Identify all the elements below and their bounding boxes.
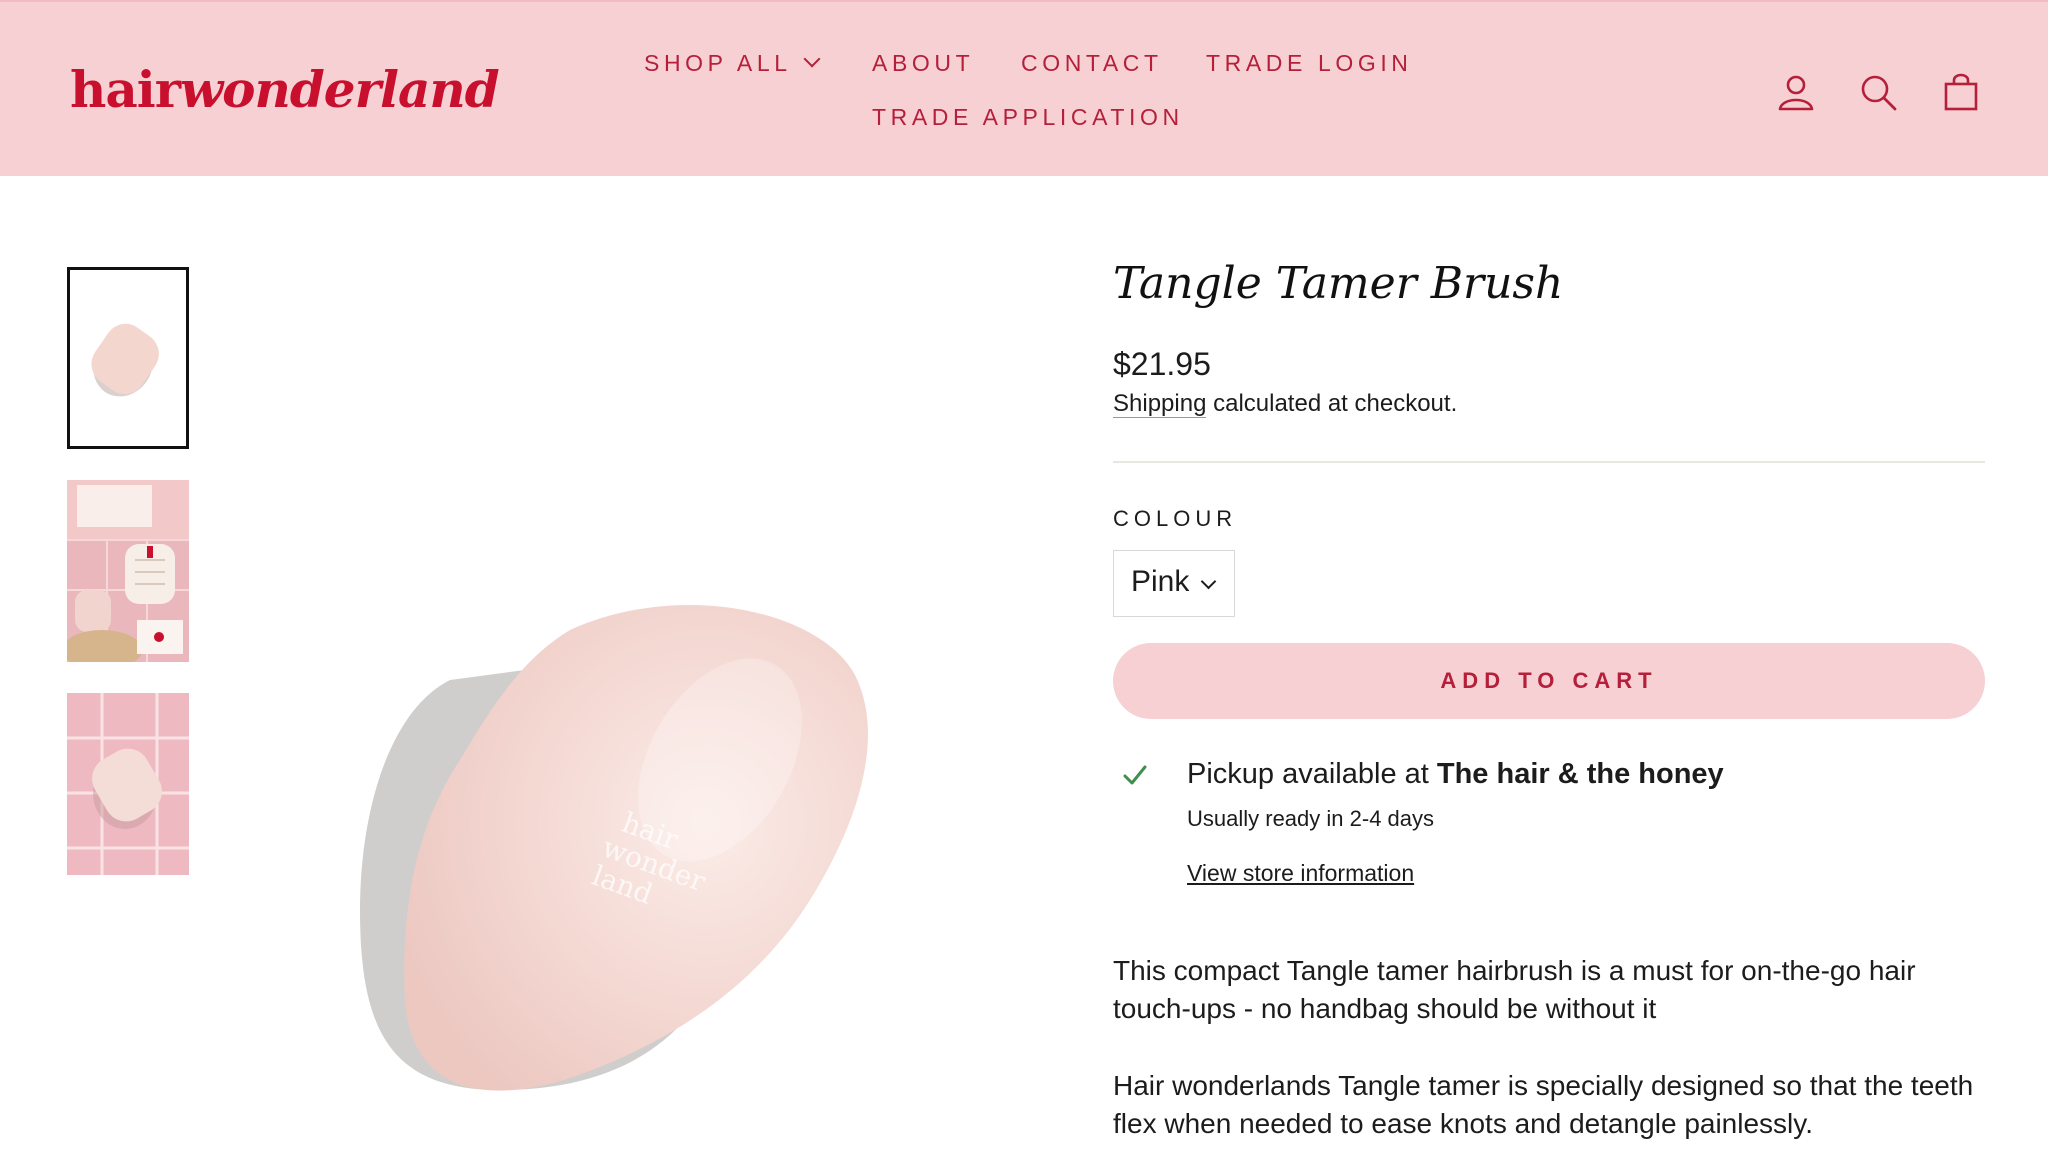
chevron-down-icon [1200,573,1217,590]
search-icon[interactable] [1858,72,1898,112]
colour-select[interactable]: Pink [1113,550,1235,617]
product-description-1: This compact Tangle tamer hairbrush is a… [1113,955,1916,1024]
logo-part-wonderland: wonderland [180,60,500,119]
product-title: Tangle Tamer Brush [1113,258,1564,309]
site-logo[interactable]: hairwonderland [70,60,500,119]
bag-icon[interactable] [1941,72,1981,112]
pickup-availability: Pickup available at The hair & the honey [1187,758,1724,791]
thumbnail-2[interactable] [67,480,189,662]
pickup-prefix: Pickup available at [1187,758,1437,790]
checkmark-icon [1123,765,1147,785]
account-icon[interactable] [1776,72,1816,112]
product-description-2: Hair wonderlands Tangle tamer is special… [1113,1070,1974,1139]
pickup-ready-time: Usually ready in 2-4 days [1187,806,1435,831]
product-main-image: hair wonder land [300,560,920,1120]
view-store-info-link[interactable]: View store information [1187,860,1414,887]
colour-label: COLOUR [1113,506,1238,531]
pickup-store-name: The hair & the honey [1436,758,1724,790]
divider [1113,461,1985,463]
nav-trade-application[interactable]: TRADE APPLICATION [872,104,1184,131]
shipping-note: Shipping calculated at checkout. [1113,390,1457,418]
colour-select-value: Pink [1131,565,1190,598]
nav-shop-all[interactable]: SHOP ALL [644,50,821,77]
shipping-link[interactable]: Shipping [1113,390,1207,418]
nav-shop-all-label: SHOP ALL [644,50,792,76]
nav-about[interactable]: ABOUT [872,50,974,77]
thumbnail-3[interactable] [67,693,189,875]
site-header: hairwonderland SHOP ALL ABOUT CONTACT TR… [0,0,2048,176]
logo-part-hair: hair [70,60,181,119]
product-price: $21.95 [1113,346,1211,382]
chevron-down-icon [803,50,821,68]
nav-trade-login[interactable]: TRADE LOGIN [1206,50,1413,77]
nav-contact[interactable]: CONTACT [1021,50,1163,77]
thumbnail-1[interactable] [67,267,189,449]
shipping-note-text: calculated at checkout. [1206,390,1458,417]
add-to-cart-button[interactable]: ADD TO CART [1113,643,1985,719]
